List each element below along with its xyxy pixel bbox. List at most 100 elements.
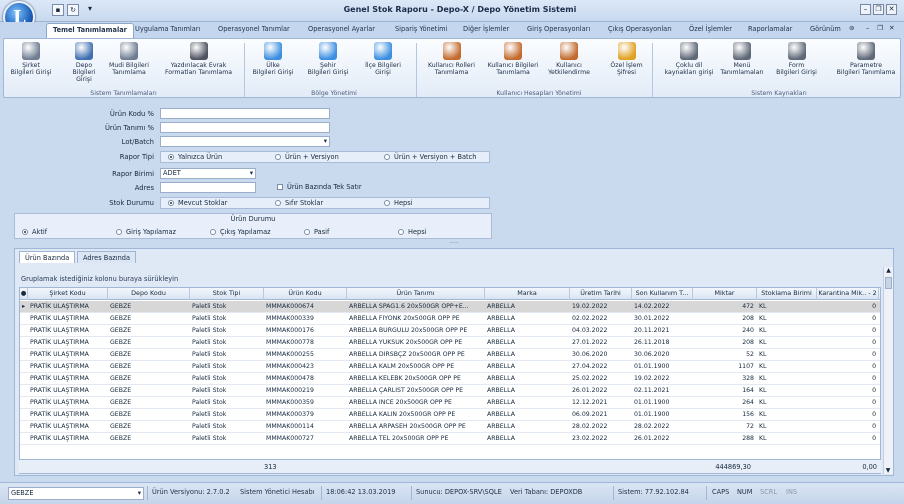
column-header[interactable]: Depo Kodu (108, 288, 190, 300)
child-close-button[interactable]: ✕ (889, 24, 895, 32)
tab-giris-operasyonlari[interactable]: Giriş Operasyonları (527, 25, 590, 33)
rapor-birimi-select[interactable]: ADET ▾ (160, 168, 256, 179)
tek-satir-checkbox[interactable]: Ürün Bazında Tek Satır (277, 183, 362, 191)
ribbon-button-6[interactable]: İlçe Bilgileri Girişi (359, 42, 407, 76)
durum-aktif[interactable]: Aktif (22, 228, 47, 236)
urun-tanimi-input[interactable] (160, 122, 330, 133)
table-cell: KL (759, 411, 767, 418)
table-cell: 1107 (738, 363, 754, 370)
durum-giris-yapilamaz[interactable]: Giriş Yapılamaz (116, 228, 176, 236)
table-row[interactable]: PRATİK ULAŞTIRMA GEBZE Paletli Stok MMMAK00… (20, 325, 880, 337)
splitter-handle[interactable]: ····· (14, 241, 894, 247)
durum-cikis-yapilamaz[interactable]: Çıkış Yapılamaz (210, 228, 271, 236)
status-scrl: SCRL (760, 488, 778, 496)
column-header[interactable]: Son Kullanım T... (632, 288, 693, 300)
tab-operasyonel-ayarlar[interactable]: Operasyonel Ayarlar (308, 25, 375, 33)
table-row[interactable]: PRATİK ULAŞTIRMA GEBZE Paletli Stok MMMAK00… (20, 349, 880, 361)
table-row[interactable]: PRATİK ULAŞTIRMA GEBZE Paletli Stok MMMAK00… (20, 373, 880, 385)
ribbon-button-13[interactable]: Form Bilgileri Girişi (769, 42, 824, 76)
ribbon-button-5[interactable]: Şehir Bilgileri Girişi (304, 42, 352, 76)
tab-uygulama-tanimlari[interactable]: Uygulama Tanımları (135, 25, 200, 33)
rapor-tipi-urun-versiyon[interactable]: Ürün + Versiyon (275, 153, 339, 161)
tab-urun-bazinda[interactable]: Ürün Bazında (19, 251, 76, 263)
ribbon-button-label: Kullanıcı Bilgileri (487, 62, 539, 69)
scroll-down-icon[interactable]: ▼ (884, 467, 892, 474)
column-header[interactable]: Marka (485, 288, 570, 300)
close-button[interactable]: ✕ (886, 4, 897, 15)
column-header[interactable]: Ürün Tanımı (347, 288, 485, 300)
table-row[interactable]: PRATİK ULAŞTIRMA GEBZE Paletli Stok MMMAK00… (20, 385, 880, 397)
ribbon-button-10[interactable]: Özel İşlem Şifresi (604, 42, 649, 76)
stok-sifir[interactable]: Sıfır Stoklar (275, 199, 323, 207)
tab-diger-islemler[interactable]: Diğer İşlemler (463, 25, 509, 33)
column-header[interactable]: Karantina Mik.. - 2 (817, 288, 879, 300)
ribbon-button-0[interactable]: Şirket Bilgileri Girişi (6, 42, 56, 76)
stok-hepsi[interactable]: Hepsi (384, 199, 412, 207)
table-cell: GEBZE (110, 423, 132, 430)
ribbon-button-4[interactable]: Ülke Bilgileri Girişi (249, 42, 297, 76)
table-row[interactable]: ▸ PRATİK ULAŞTIRMA GEBZE Paletli Stok MMMAK0… (20, 301, 880, 313)
tab-adres-bazinda[interactable]: Adres Bazında (77, 251, 136, 263)
ribbon-button-2[interactable]: Mudi Bilgileri Tanımlama (104, 42, 154, 76)
ribbon-button-3[interactable]: Yazdırılacak Evrak Formatları Tanımlama (156, 42, 241, 76)
scroll-up-icon[interactable]: ▲ (884, 267, 893, 275)
column-header[interactable]: Şirket Kodu (28, 288, 108, 300)
lot-select[interactable]: ▾ (160, 136, 330, 147)
table-row[interactable]: PRATİK ULAŞTIRMA GEBZE Paletli Stok MMMAK00… (20, 337, 880, 349)
location-select[interactable]: GEBZE ▾ (8, 487, 144, 500)
tab-gorunum[interactable]: Görünüm (810, 25, 841, 33)
radio-selected-icon (22, 229, 28, 235)
column-header[interactable]: Stoklama Birimi (757, 288, 817, 300)
table-row[interactable]: PRATİK ULAŞTIRMA GEBZE Paletli Stok MMMAK00… (20, 397, 880, 409)
minimize-button[interactable]: – (860, 4, 871, 15)
table-cell: 328 (742, 375, 754, 382)
tab-siparis-yonetimi[interactable]: Sipariş Yönetimi (395, 25, 447, 33)
ribbon-button-1[interactable]: Depo Bilgileri Girişi (64, 42, 104, 83)
maximize-button[interactable]: ❐ (873, 4, 884, 15)
tab-temel-tanimlamalar[interactable]: Temel Tanımlamalar (46, 23, 134, 39)
durum-pasif[interactable]: Pasif (304, 228, 329, 236)
table-cell: PRATİK ULAŞTIRMA (30, 303, 89, 310)
table-row[interactable]: PRATİK ULAŞTIRMA GEBZE Paletli Stok MMMAK00… (20, 433, 880, 445)
help-icon[interactable]: ⊜ (849, 24, 855, 32)
rapor-tipi-yalnizca-urun[interactable]: Yalnızca Ürün (168, 153, 222, 161)
table-row[interactable]: PRATİK ULAŞTIRMA GEBZE Paletli Stok MMMAK00… (20, 421, 880, 433)
tools-icon (857, 42, 875, 60)
ribbon-button-8[interactable]: Kullanıcı Bilgileri Tanımlama (484, 42, 542, 76)
column-header[interactable]: Üretim Tarihi (570, 288, 632, 300)
scroll-thumb[interactable] (885, 277, 892, 289)
ribbon-button-12[interactable]: Menü Tanımlamaları (717, 42, 767, 76)
tab-cikis-operasyonlari[interactable]: Çıkış Operasyonları (608, 25, 672, 33)
table-row[interactable]: PRATİK ULAŞTIRMA GEBZE Paletli Stok MMMAK00… (20, 313, 880, 325)
table-row[interactable]: PRATİK ULAŞTIRMA GEBZE Paletli Stok MMMAK00… (20, 409, 880, 421)
save-icon[interactable]: ▪ (52, 4, 64, 16)
table-row[interactable]: PRATİK ULAŞTIRMA GEBZE Paletli Stok MMMAK00… (20, 361, 880, 373)
rapor-tipi-urun-versiyon-batch[interactable]: Ürün + Versiyon + Batch (384, 153, 476, 161)
child-restore-button[interactable]: ❐ (877, 24, 883, 32)
tab-ozel-islemler[interactable]: Özel İşlemler (689, 25, 732, 33)
column-header[interactable]: Stok Tipi (190, 288, 264, 300)
table-cell: 19.02.2022 (634, 375, 670, 382)
ribbon-button-7[interactable]: Kullanıcı Rolleri Tanımlama (424, 42, 479, 76)
adres-input[interactable] (160, 182, 256, 193)
ribbon-button-9[interactable]: Kullanıcı Yetkilendirme (544, 42, 594, 76)
child-minimize-button[interactable]: – (866, 24, 869, 32)
table-cell: Paletli Stok (192, 423, 227, 430)
stok-mevcut[interactable]: Mevcut Stoklar (168, 199, 227, 207)
table-cell: 0 (872, 339, 876, 346)
ribbon-button-14[interactable]: Parametre Bilgileri Tanımlama (831, 42, 901, 76)
qat-dropdown-icon[interactable]: ▾ (88, 4, 92, 13)
column-header[interactable]: Ürün Kodu (264, 288, 347, 300)
grid-scrollbar[interactable]: ▲ ▼ (883, 267, 893, 474)
tab-operasyonel-tanimlar[interactable]: Operasyonel Tanımlar (218, 25, 290, 33)
urun-kodu-input[interactable] (160, 108, 330, 119)
table-cell: 0 (872, 375, 876, 382)
status-bar: GEBZE ▾ Ürün Versiyonu: 2.7.0.2 Sistem Yö… (0, 482, 904, 504)
table-cell: PRATİK ULAŞTIRMA (30, 339, 89, 346)
ribbon-button-11[interactable]: Çoklu dil kaynakları girişi (659, 42, 719, 76)
durum-hepsi[interactable]: Hepsi (398, 228, 426, 236)
tab-raporlamalar[interactable]: Raporlamalar (748, 25, 792, 33)
refresh-icon[interactable]: ↻ (67, 4, 79, 16)
table-cell: ARBELLA (487, 315, 515, 322)
column-header[interactable]: Miktar (693, 288, 757, 300)
